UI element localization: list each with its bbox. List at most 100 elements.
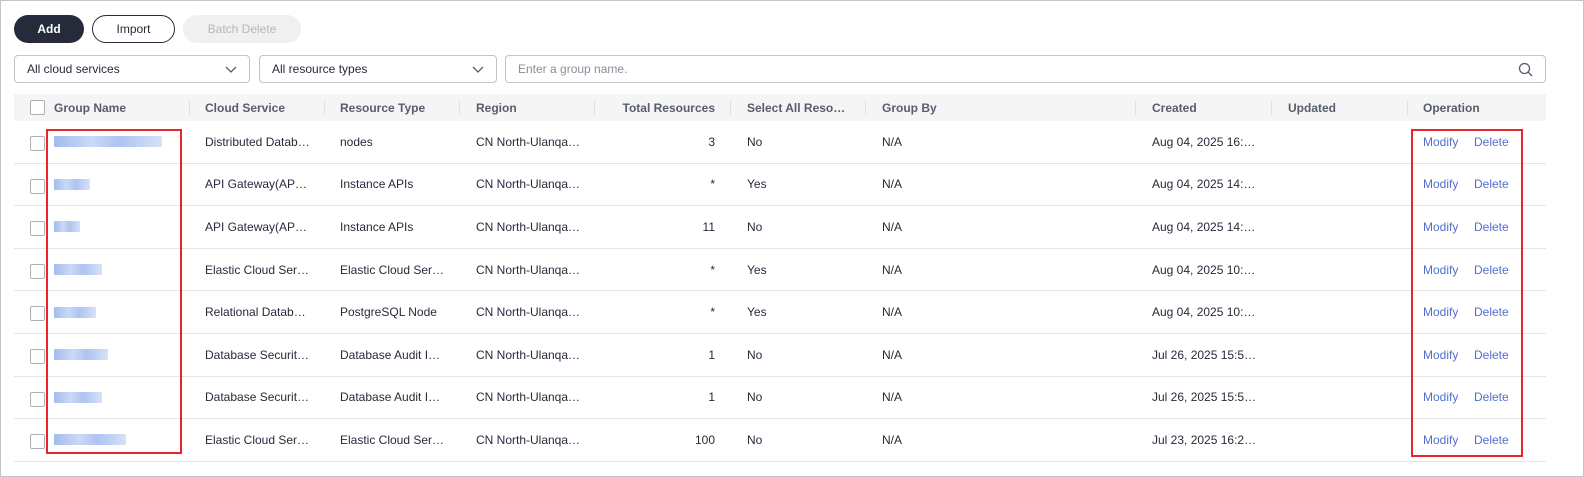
row-checkbox[interactable]	[30, 136, 45, 151]
row-total-resources: 1	[708, 390, 715, 405]
row-updated	[1288, 334, 1406, 376]
row-created: Jul 23, 2025 16:2…	[1152, 432, 1257, 447]
row-region: CN North-Ulanqa…	[476, 262, 581, 277]
toolbar: Add Import Batch Delete	[14, 15, 301, 43]
row-region: CN North-Ulanqa…	[476, 219, 581, 234]
row-cloud-service: Elastic Cloud Ser…	[205, 262, 310, 277]
group-name-highlight-box	[46, 129, 182, 454]
header-group-by[interactable]: Group By	[882, 94, 937, 121]
cloud-service-select[interactable]: All cloud services	[14, 55, 250, 83]
row-created: Jul 26, 2025 15:5…	[1152, 390, 1257, 405]
row-cloud-service: Database Securit…	[205, 347, 310, 362]
row-total-resources: 3	[708, 134, 715, 149]
column-divider	[1407, 100, 1408, 115]
header-resource-type[interactable]: Resource Type	[340, 94, 425, 121]
row-group-by: N/A	[882, 305, 903, 320]
batch-delete-button: Batch Delete	[183, 15, 301, 43]
row-region: CN North-Ulanqa…	[476, 432, 581, 447]
header-updated[interactable]: Updated	[1288, 94, 1336, 121]
row-updated	[1288, 377, 1406, 419]
row-cloud-service: Relational Datab…	[205, 305, 306, 320]
resource-type-select[interactable]: All resource types	[259, 55, 497, 83]
column-divider	[730, 100, 731, 115]
row-updated	[1288, 206, 1406, 248]
row-group-by: N/A	[882, 262, 903, 277]
row-select-all-resources: No	[747, 219, 763, 234]
row-select-all-resources: No	[747, 134, 763, 149]
header-created[interactable]: Created	[1152, 94, 1197, 121]
select-all-checkbox[interactable]	[30, 100, 45, 115]
row-select-all-resources: Yes	[747, 262, 767, 277]
row-cloud-service: Elastic Cloud Ser…	[205, 432, 310, 447]
row-created: Aug 04, 2025 14:…	[1152, 177, 1256, 192]
column-divider	[1271, 100, 1272, 115]
row-group-by: N/A	[882, 347, 903, 362]
chevron-down-icon	[472, 66, 484, 73]
row-checkbox[interactable]	[30, 391, 45, 407]
column-divider	[1135, 100, 1136, 115]
add-button[interactable]: Add	[14, 15, 84, 43]
row-cloud-service: API Gateway(AP…	[205, 177, 308, 192]
row-created: Jul 26, 2025 15:5…	[1152, 347, 1257, 362]
row-created: Aug 04, 2025 14:…	[1152, 219, 1256, 234]
table-row: API Gateway(AP… Instance APIs CN North-Ula…	[14, 206, 1546, 249]
row-region: CN North-Ulanqa…	[476, 177, 581, 192]
row-total-resources: 100	[694, 432, 715, 447]
row-resource-type: PostgreSQL Node	[340, 305, 437, 320]
row-total-resources: *	[710, 305, 715, 320]
row-updated	[1288, 291, 1406, 333]
operation-highlight-box	[1411, 129, 1523, 457]
row-resource-type: Elastic Cloud Ser…	[340, 262, 445, 277]
row-group-by: N/A	[882, 177, 903, 192]
row-resource-type: Elastic Cloud Ser…	[340, 432, 445, 447]
table-row: Elastic Cloud Ser… Elastic Cloud Ser… CN N…	[14, 419, 1546, 462]
row-checkbox[interactable]	[30, 178, 45, 194]
row-select-all-resources: No	[747, 390, 763, 405]
row-checkbox[interactable]	[30, 263, 45, 279]
table-header: Group Name Cloud Service Resource Type R…	[14, 94, 1546, 121]
row-cloud-service: Distributed Datab…	[205, 134, 310, 149]
search-icon[interactable]	[1518, 62, 1533, 77]
import-button[interactable]: Import	[92, 15, 175, 43]
row-checkbox[interactable]	[30, 434, 45, 450]
row-checkbox[interactable]	[30, 306, 45, 322]
row-region: CN North-Ulanqa…	[476, 390, 581, 405]
group-name-search-input[interactable]: Enter a group name.	[505, 55, 1546, 83]
header-operation: Operation	[1423, 100, 1480, 115]
header-cloud-service[interactable]: Cloud Service	[205, 94, 285, 121]
row-select-all-resources: No	[747, 347, 763, 362]
header-region[interactable]: Region	[476, 94, 517, 121]
search-placeholder: Enter a group name.	[518, 62, 628, 76]
table-row: Database Securit… Database Audit I… CN Nor…	[14, 334, 1546, 377]
table-row: Database Securit… Database Audit I… CN Nor…	[14, 377, 1546, 420]
row-region: CN North-Ulanqa…	[476, 305, 581, 320]
row-total-resources: 11	[702, 219, 715, 234]
header-select-all-resources[interactable]: Select All Reso…	[747, 94, 845, 121]
row-group-by: N/A	[882, 390, 903, 405]
row-cloud-service: Database Securit…	[205, 390, 310, 405]
cloud-service-select-value: All cloud services	[27, 62, 120, 76]
header-group-name[interactable]: Group Name	[54, 94, 126, 121]
table-row: Relational Datab… PostgreSQL Node CN North…	[14, 291, 1546, 334]
row-group-by: N/A	[882, 432, 903, 447]
row-group-by: N/A	[882, 219, 903, 234]
row-group-by: N/A	[882, 134, 903, 149]
row-select-all-resources: Yes	[747, 177, 767, 192]
header-total-resources[interactable]: Total Resources	[594, 94, 715, 121]
row-resource-type: nodes	[340, 134, 373, 149]
row-updated	[1288, 419, 1406, 461]
row-resource-type: Instance APIs	[340, 177, 414, 192]
row-updated	[1288, 249, 1406, 291]
row-checkbox[interactable]	[30, 348, 45, 364]
row-total-resources: *	[710, 177, 715, 192]
resource-group-table: Group Name Cloud Service Resource Type R…	[14, 94, 1546, 462]
row-region: CN North-Ulanqa…	[476, 134, 581, 149]
row-total-resources: *	[710, 262, 715, 277]
row-checkbox[interactable]	[30, 221, 45, 237]
row-updated	[1288, 121, 1406, 163]
row-resource-type: Database Audit I…	[340, 390, 441, 405]
row-resource-type: Database Audit I…	[340, 347, 441, 362]
row-select-all-resources: No	[747, 432, 763, 447]
row-resource-type: Instance APIs	[340, 219, 414, 234]
row-select-all-resources: Yes	[747, 305, 767, 320]
